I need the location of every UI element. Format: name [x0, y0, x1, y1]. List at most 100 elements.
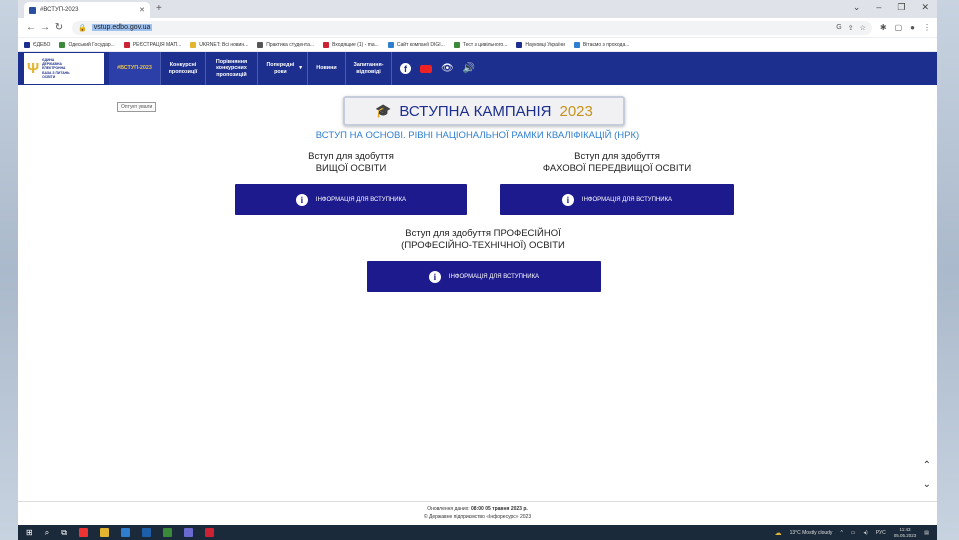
info-icon: i [295, 193, 308, 206]
bookmark-item[interactable]: РЕЄСТРАЦІЯ МАП... [123, 41, 181, 48]
url-text[interactable]: vstup.edbo.gov.ua [91, 24, 153, 31]
bookmark-icon [24, 41, 30, 48]
updated-label: Оновлення даних: [427, 506, 470, 512]
social-links: f 👁 🔊 [400, 52, 475, 85]
app-icon[interactable] [78, 528, 88, 537]
browser-window: #ВСТУП-2023 ✕ + ⌄ – ❐ ✕ ← → ↻ 🔒 vstup.ed… [18, 0, 937, 540]
graduation-cap-icon: 🎓 [375, 103, 392, 118]
address-bar[interactable]: 🔒 vstup.edbo.gov.ua G ⇪ ☆ [72, 20, 872, 35]
bookmark-item[interactable]: Практика студента... [257, 41, 314, 48]
close-tab-icon[interactable]: ✕ [139, 6, 145, 14]
nrk-subtitle: ВСТУП НА ОСНОВІ. РІВНІ НАЦІОНАЛЬНОЇ РАМК… [315, 130, 640, 141]
menu-item-vstup-2023[interactable]: #ВСТУП-2023 [109, 52, 161, 85]
profile-icon[interactable]: ● [910, 23, 915, 32]
volume-icon[interactable]: ◂) [864, 530, 868, 536]
tooltip: Оптует ували [117, 102, 157, 112]
tab-title: #ВСТУП-2023 [40, 7, 79, 13]
menu-item-previous-years[interactable]: Попередні роки ▾ [258, 52, 308, 85]
share-icon[interactable]: ⇪ [848, 24, 854, 32]
menu-icon[interactable]: ⋮ [923, 23, 931, 32]
campaign-title: ВСТУПНА КАМПАНІЯ [399, 102, 552, 120]
lock-icon[interactable]: 🔒 [78, 24, 87, 32]
higher-education-info-button[interactable]: i ІНФОРМАЦІЯ ДЛЯ ВСТУПНИКА [235, 184, 467, 215]
windows-start-icon[interactable]: ⊞ [26, 528, 33, 537]
bookmark-icon [123, 41, 130, 48]
facebook-icon[interactable]: f [400, 63, 411, 74]
bookmark-icon [387, 41, 394, 48]
search-icon[interactable]: ⌕ [45, 528, 49, 538]
file-explorer-icon[interactable] [99, 528, 109, 537]
chrome-icon[interactable] [162, 528, 172, 537]
site-favicon-icon [29, 6, 36, 14]
address-bar-row: ← → ↻ 🔒 vstup.edbo.gov.ua G ⇪ ☆ ✱ ▢ ● ⋮ [18, 18, 937, 38]
notifications-icon[interactable]: ▤ [924, 530, 929, 536]
system-tray: ☁ 13°C Mostly cloudy ^ ▭ ◂) РУС 11:43 05… [775, 527, 929, 538]
bookmark-icon [190, 41, 197, 48]
scroll-controls: ⌃ ⌄ [923, 460, 931, 490]
app-icon[interactable] [204, 528, 214, 537]
menu-item-compare-offers[interactable]: Порівняння конкурсних пропозицій [206, 52, 258, 85]
trident-icon: Ψ [27, 60, 40, 77]
background-right [937, 0, 959, 540]
edbo-logo[interactable]: Ψ ЄДИНА ДЕРЖАВНА ЕЛЕКТРОННА БАЗА З ПИТАН… [24, 53, 104, 84]
bookmark-item[interactable]: Науковці України [516, 41, 565, 48]
copyright: © Державне підприємство «Інфоресурс» 202… [423, 514, 532, 520]
task-view-icon[interactable]: ⧉ [61, 528, 67, 538]
campaign-year: 2023 [559, 102, 593, 120]
youtube-icon[interactable] [420, 64, 432, 73]
close-window-icon[interactable]: ✕ [921, 2, 929, 13]
professional-prehigher-info-button[interactable]: i ІНФОРМАЦІЯ ДЛЯ ВСТУПНИКА [500, 184, 734, 215]
new-tab-button[interactable]: + [156, 2, 162, 18]
sidebar-icon[interactable]: ▢ [895, 23, 903, 32]
info-icon: i [561, 193, 574, 206]
menu-item-faq[interactable]: Запитання-відповіді [346, 52, 392, 85]
main-menu: #ВСТУП-2023 Конкурсні пропозиції Порівня… [109, 52, 392, 85]
weather-icon[interactable]: ☁ [775, 529, 782, 537]
app-icon[interactable] [183, 528, 193, 537]
minimize-icon[interactable]: – [876, 2, 881, 13]
bookmark-icon [257, 41, 264, 48]
language-indicator[interactable]: РУС [876, 530, 886, 536]
chevron-down-icon[interactable]: ⌄ [853, 2, 861, 13]
bookmark-item[interactable]: UKRNET: Всі новин... [190, 41, 248, 48]
bookmark-icon [323, 41, 330, 48]
edge-icon[interactable] [120, 528, 130, 537]
clock[interactable]: 11:43 05.05.2023 [894, 527, 917, 538]
extensions-icon[interactable]: ✱ [880, 23, 887, 32]
windows-taskbar: ⊞ ⌕ ⧉ ☁ 13°C Mostly cloudy ^ ▭ ◂) РУС 11… [18, 525, 937, 540]
bookmarks-bar: ЄДЕБО Одеський Государ... РЕЄСТРАЦІЯ МАП… [18, 38, 937, 52]
back-arrow-icon[interactable]: ← [24, 22, 38, 33]
background-left [0, 0, 18, 540]
bookmark-item[interactable]: ЄДЕБО [24, 41, 50, 48]
reload-icon[interactable]: ↻ [52, 22, 66, 33]
vocational-education-info-button[interactable]: i ІНФОРМАЦІЯ ДЛЯ ВСТУПНИКА [367, 261, 601, 292]
maximize-icon[interactable]: ❐ [897, 2, 905, 13]
word-icon[interactable] [141, 528, 151, 537]
vocational-education-title: Вступ для здобуття ПРОФЕСІЙНОЇ (ПРОФЕСІЙ… [401, 228, 565, 251]
scroll-down-icon[interactable]: ⌄ [923, 479, 931, 490]
scroll-up-icon[interactable]: ⌃ [923, 460, 931, 471]
google-icon[interactable]: G [836, 24, 841, 32]
bookmark-icon [573, 41, 580, 48]
bookmark-item[interactable]: Вітаємо з прохода... [573, 41, 629, 48]
sound-icon[interactable]: 🔊 [463, 63, 475, 74]
updated-value: 08:00 05 травня 2023 р. [471, 506, 528, 512]
menu-item-competitive-offers[interactable]: Конкурсні пропозиції [161, 52, 206, 85]
bookmark-item[interactable]: Одеський Государ... [59, 41, 115, 48]
page-footer: Оновлення даних: 08:00 05 травня 2023 р.… [18, 501, 937, 525]
weather-text[interactable]: 13°C Mostly cloudy [790, 530, 833, 536]
bookmark-icon [453, 41, 460, 48]
visually-impaired-icon[interactable]: 👁 [441, 63, 454, 74]
forward-arrow-icon[interactable]: → [38, 22, 52, 33]
tab-strip: #ВСТУП-2023 ✕ + ⌄ – ❐ ✕ [18, 0, 937, 18]
menu-item-news[interactable]: Новини [308, 52, 346, 85]
star-icon[interactable]: ☆ [860, 24, 866, 32]
bookmark-item[interactable]: Тест з цивільного... [453, 41, 507, 48]
professional-prehigher-title: Вступ для здобуття ФАХОВОЇ ПЕРЕДВИЩОЇ ОС… [542, 151, 692, 174]
browser-tab[interactable]: #ВСТУП-2023 ✕ [24, 2, 150, 18]
bookmark-item[interactable]: Сайт компанії DIGI... [387, 41, 445, 48]
bookmark-item[interactable]: Входящие (1) - ma... [323, 41, 379, 48]
higher-education-title: Вступ для здобуття ВИЩОЇ ОСВІТИ [308, 151, 394, 174]
tray-chevron-icon[interactable]: ^ [840, 530, 842, 536]
network-icon[interactable]: ▭ [851, 530, 856, 536]
